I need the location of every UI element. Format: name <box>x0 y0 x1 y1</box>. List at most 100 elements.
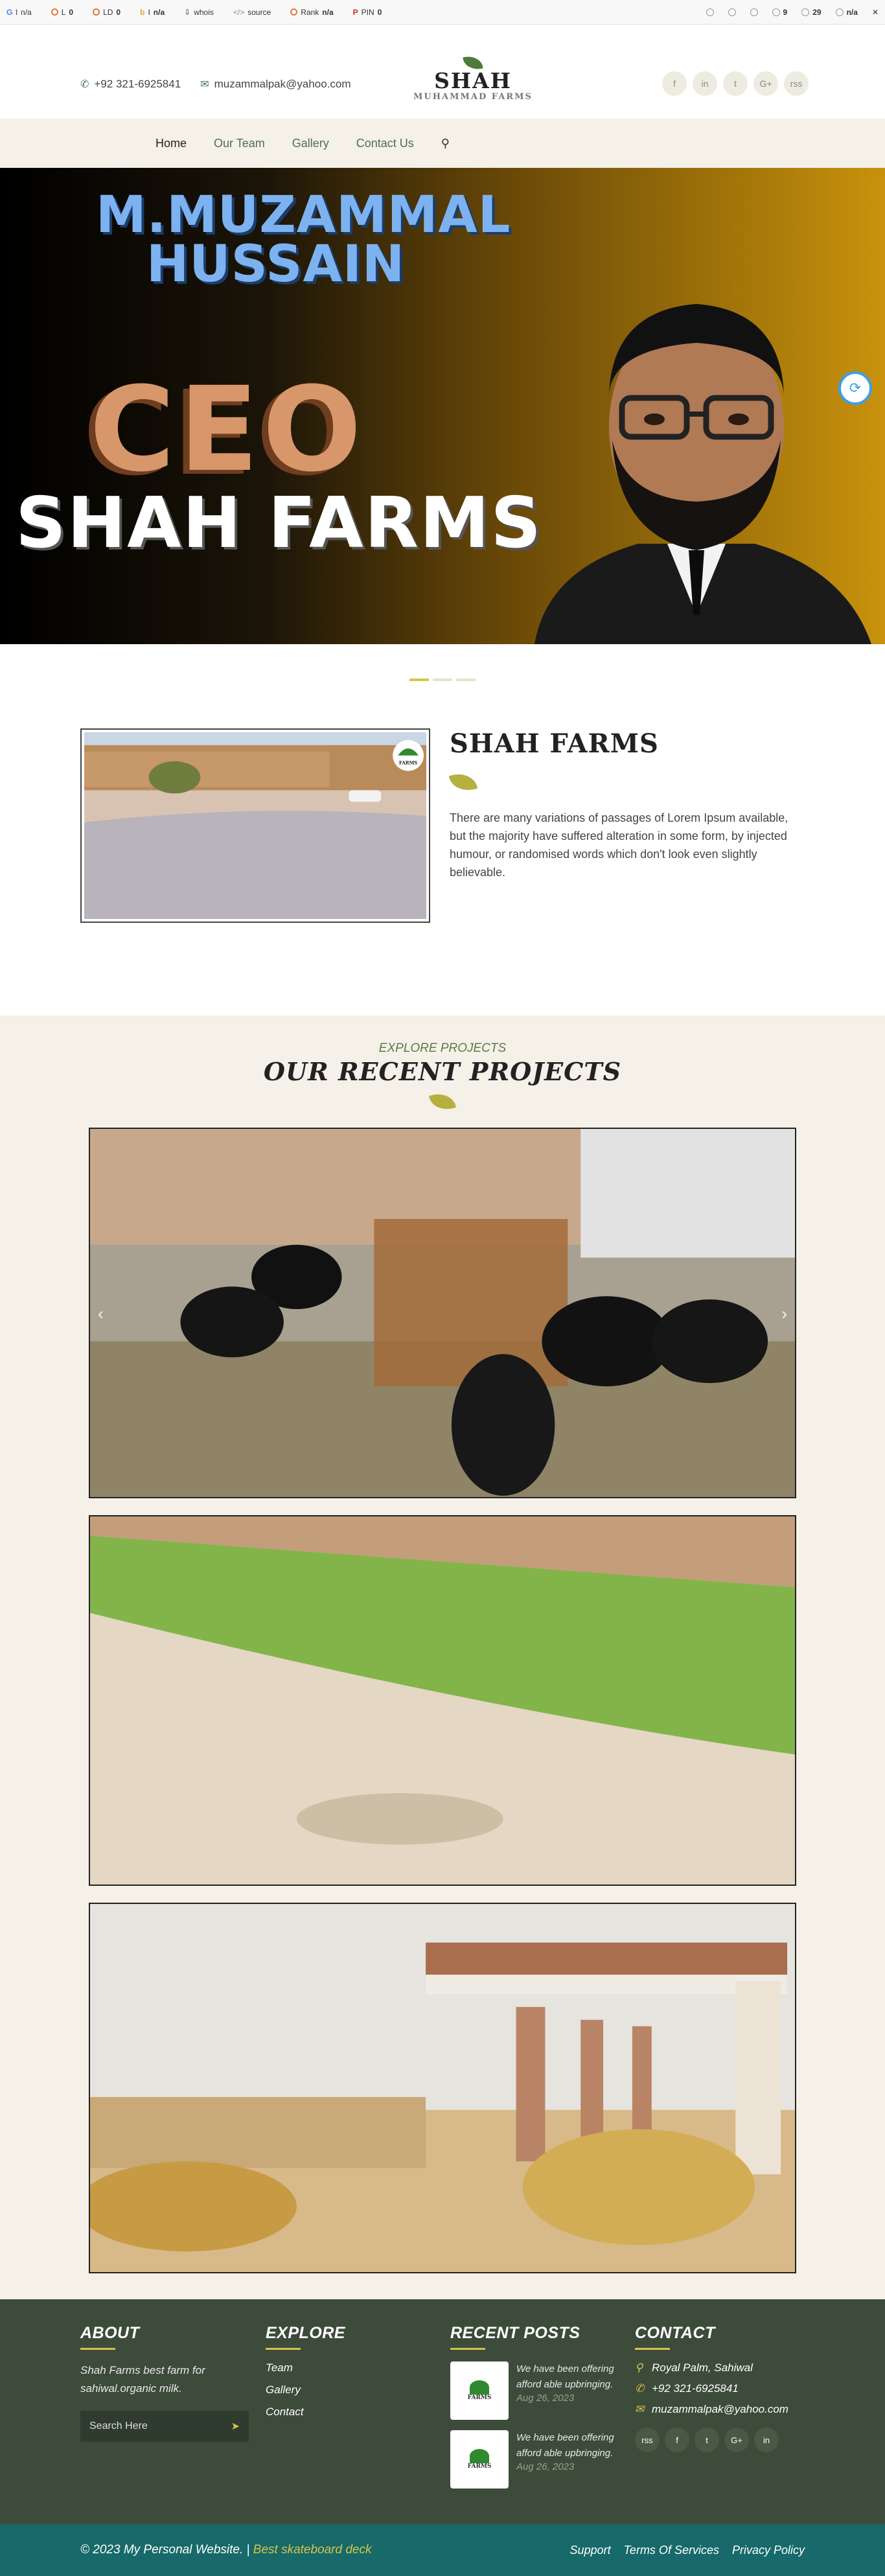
recent-post[interactable]: FARMS We have been offering afford able … <box>450 2361 620 2420</box>
ext-icon-6 <box>835 8 844 16</box>
google-icon: G <box>6 7 13 17</box>
main-nav: Home Our Team Gallery Contact Us ⚲ <box>0 119 885 168</box>
ext-item-2[interactable] <box>728 8 736 16</box>
footer-title-underline <box>635 2348 670 2350</box>
close-icon[interactable]: ✕ <box>872 8 879 17</box>
search-icon[interactable]: ⚲ <box>441 137 450 150</box>
post-title: We have been offering afford able upbrin… <box>516 2432 614 2459</box>
ext-item-5[interactable]: 29 <box>801 8 822 17</box>
ld-icon <box>93 8 100 16</box>
about-title: SHAH FARMS <box>450 728 659 759</box>
projects-subtitle: EXPLORE PROJECTS <box>378 1041 507 1055</box>
seo-item-value: 0 <box>116 7 121 17</box>
recent-post[interactable]: FARMS We have been offering afford able … <box>450 2430 620 2489</box>
site-logo[interactable]: SHAH MUHAMMAD FARMS <box>405 54 541 102</box>
chat-widget-icon[interactable]: ⟳ <box>838 371 872 405</box>
nav-contact-us[interactable]: Contact Us <box>356 137 414 150</box>
l-icon <box>51 8 58 16</box>
rss-icon[interactable]: rss <box>784 71 809 96</box>
slider-next-icon[interactable]: › <box>781 1304 787 1324</box>
map-marker-icon: ⚲ <box>635 2361 643 2374</box>
footer-link-team[interactable]: Team <box>266 2361 345 2374</box>
linkedin-icon[interactable]: in <box>693 71 717 96</box>
post-thumb-label: FARMS <box>467 2395 492 2401</box>
ext-icon-4 <box>772 8 780 16</box>
footer-search-input[interactable]: Search Here ➤ <box>80 2411 249 2442</box>
site-header: ✆ +92 321-6925841 ✉ muzammalpak@yahoo.co… <box>0 25 885 102</box>
nav-home[interactable]: Home <box>155 137 187 150</box>
ext-icon-2 <box>728 8 736 16</box>
copyright-link[interactable]: Best skateboard deck <box>253 2543 372 2557</box>
google-plus-icon[interactable]: G+ <box>753 71 778 96</box>
seo-item-b[interactable]: b I n/a <box>140 8 165 17</box>
google-plus-icon[interactable]: G+ <box>724 2428 749 2452</box>
seo-item-value: 0 <box>377 7 382 17</box>
seo-item-google[interactable]: G l n/a <box>6 8 32 17</box>
email-text: muzammalpak@yahoo.com <box>652 2403 788 2415</box>
seo-item-source[interactable]: </> source <box>233 8 271 17</box>
ext-value: n/a <box>846 7 858 17</box>
source-icon: </> <box>233 7 245 17</box>
projects-section: EXPLORE PROJECTS OUR RECENT PROJECTS ‹ › <box>0 1015 885 2299</box>
ext-item-1[interactable] <box>706 8 714 16</box>
post-date: Aug 26, 2023 <box>516 2393 575 2404</box>
footer-contact-title: CONTACT <box>635 2324 715 2342</box>
seo-item-value: 0 <box>69 7 74 17</box>
link-privacy[interactable]: Privacy Policy <box>732 2544 805 2557</box>
post-thumbnail: FARMS <box>450 2430 509 2489</box>
footer-recent-title: RECENT POSTS <box>450 2324 580 2342</box>
link-terms[interactable]: Terms Of Services <box>624 2544 719 2557</box>
header-socials: f in t G+ rss <box>662 71 809 96</box>
footer-contact: CONTACT ⚲ Royal Palm, Sahiwal ✆ +92 321-… <box>635 2324 788 2452</box>
footer-link-gallery[interactable]: Gallery <box>266 2384 345 2396</box>
nav-our-team[interactable]: Our Team <box>214 137 265 150</box>
phone-text: +92 321-6925841 <box>94 78 181 90</box>
project-image-field[interactable] <box>89 1515 796 1886</box>
footer-link-contact[interactable]: Contact <box>266 2406 345 2419</box>
twitter-icon[interactable]: t <box>723 71 748 96</box>
hero-banner: M.MUZAMMAL HUSSAIN CEO SHAH FARMS ⟳ <box>0 168 885 644</box>
ext-item-4[interactable]: 9 <box>772 8 787 17</box>
facebook-icon[interactable]: f <box>662 71 687 96</box>
ext-item-3[interactable] <box>750 8 758 16</box>
leaf-icon <box>428 1089 457 1114</box>
footer-email[interactable]: ✉ muzammalpak@yahoo.com <box>635 2403 788 2416</box>
seo-item-label: Rank <box>301 7 319 17</box>
header-phone[interactable]: ✆ +92 321-6925841 <box>80 78 181 91</box>
slider-prev-icon[interactable]: ‹ <box>98 1304 104 1324</box>
slider-dot[interactable] <box>409 679 429 681</box>
rss-icon[interactable]: rss <box>635 2428 660 2452</box>
site-footer: ABOUT Shah Farms best farm for sahiwal.o… <box>0 2299 885 2524</box>
send-icon[interactable]: ➤ <box>231 2420 240 2433</box>
project-image-goats[interactable]: ‹ › <box>89 1128 796 1498</box>
facebook-icon[interactable]: f <box>665 2428 689 2452</box>
seo-item-whois[interactable]: ⇩ whois <box>184 8 214 17</box>
about-section: FARMS SHAH FARMS There are many variatio… <box>0 715 885 1015</box>
slider-dot[interactable] <box>433 679 452 681</box>
seo-item-value: n/a <box>153 7 165 17</box>
twitter-icon[interactable]: t <box>695 2428 719 2452</box>
header-email[interactable]: ✉ muzammalpak@yahoo.com <box>200 78 351 91</box>
footer-phone[interactable]: ✆ +92 321-6925841 <box>635 2382 788 2395</box>
seo-item-label: I <box>148 7 150 17</box>
seo-item-label: whois <box>194 7 214 17</box>
seo-item-label: l <box>16 7 18 17</box>
seo-item-l[interactable]: L 0 <box>51 8 73 17</box>
seo-item-rank[interactable]: Rank n/a <box>290 7 334 17</box>
seo-item-pin[interactable]: P PIN 0 <box>353 8 382 17</box>
ext-icon-5 <box>801 8 810 16</box>
ext-item-6[interactable]: n/a <box>835 7 858 17</box>
ext-icon-1 <box>706 8 714 16</box>
footer-title-underline <box>266 2348 301 2350</box>
phone-icon: ✆ <box>635 2382 645 2395</box>
footer-about-title: ABOUT <box>80 2324 140 2342</box>
seo-toolbar-right: 9 29 n/a ✕ <box>706 8 879 17</box>
slider-dot[interactable] <box>456 679 476 681</box>
link-support[interactable]: Support <box>570 2544 611 2557</box>
rank-icon <box>290 8 298 16</box>
seo-item-ld[interactable]: LD 0 <box>93 8 121 17</box>
nav-gallery[interactable]: Gallery <box>292 137 329 150</box>
project-image-shed[interactable] <box>89 1903 796 2273</box>
linkedin-icon[interactable]: in <box>754 2428 779 2452</box>
footer-about-text: Shah Farms best farm for sahiwal.organic… <box>80 2364 205 2395</box>
